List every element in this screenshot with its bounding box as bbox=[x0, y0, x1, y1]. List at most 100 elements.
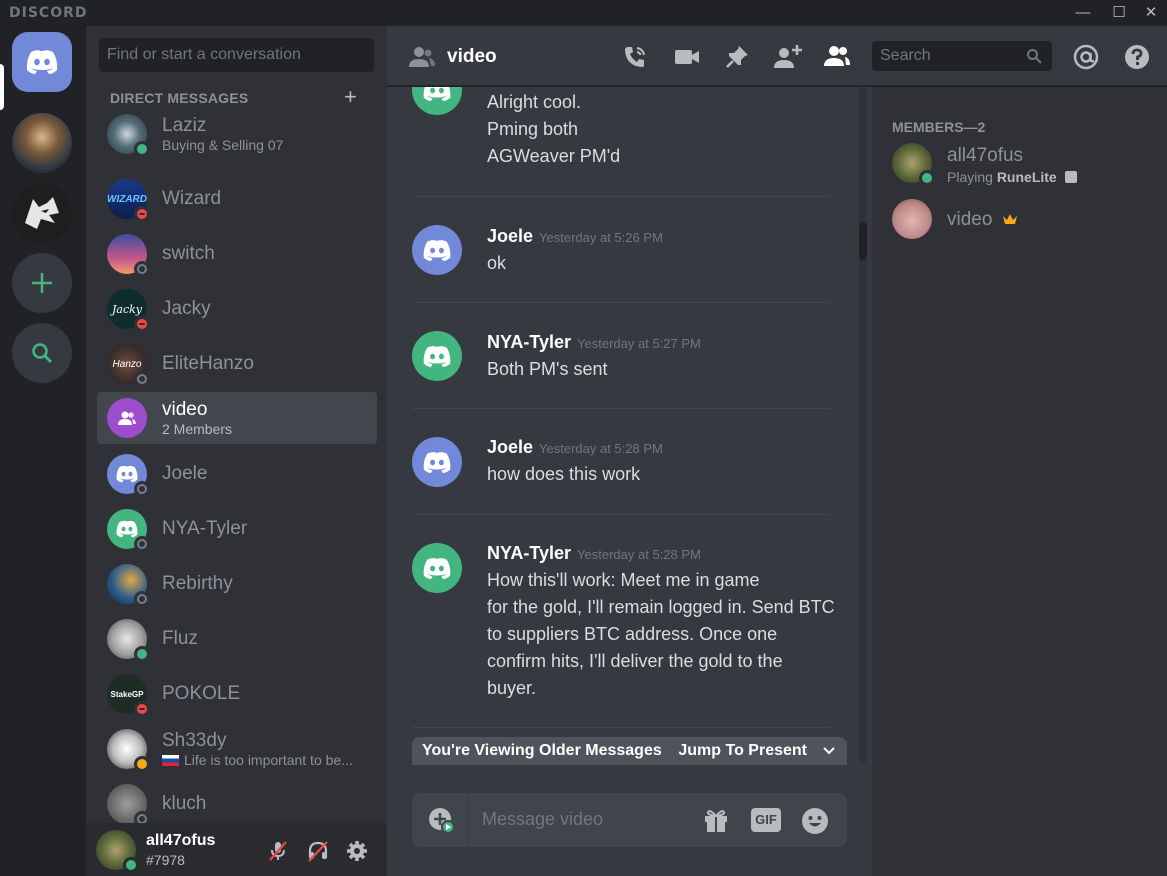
server-icon-2[interactable] bbox=[12, 183, 72, 243]
member-item[interactable]: video bbox=[882, 197, 1162, 243]
dm-name: POKOLE bbox=[162, 683, 241, 704]
create-dm-button[interactable]: + bbox=[344, 84, 357, 110]
start-voice-call-button[interactable] bbox=[622, 44, 648, 70]
user-settings-button[interactable] bbox=[345, 839, 369, 863]
start-video-call-button[interactable] bbox=[673, 44, 699, 70]
message-line: to suppliers BTC address. Once one bbox=[487, 624, 778, 644]
dm-item-sh33dy[interactable]: Sh33dy Life is too important to be... bbox=[97, 723, 377, 775]
username: all47ofus bbox=[146, 832, 216, 849]
dm-search-input[interactable]: Find or start a conversation bbox=[99, 38, 374, 72]
dm-item-wizard[interactable]: WIZARD Wizard bbox=[97, 173, 377, 225]
pinned-messages-button[interactable] bbox=[724, 44, 750, 70]
add-friends-to-dm-button[interactable] bbox=[773, 44, 802, 70]
status-indicator bbox=[134, 701, 150, 717]
search-input[interactable]: Search bbox=[872, 41, 1052, 71]
author-name[interactable]: Joele bbox=[487, 437, 533, 457]
older-messages-bar[interactable]: You're Viewing Older Messages Jump To Pr… bbox=[412, 737, 847, 765]
avatar: Hanzo bbox=[107, 344, 150, 387]
server-icon-1[interactable] bbox=[12, 113, 72, 173]
message-avatar[interactable] bbox=[412, 225, 462, 275]
member-avatar bbox=[892, 199, 932, 239]
jump-to-present-button[interactable]: Jump To Present bbox=[678, 742, 807, 760]
channel-header: video Search bbox=[387, 26, 1167, 86]
status-indicator bbox=[134, 206, 150, 222]
group-icon bbox=[409, 46, 435, 73]
crown-icon bbox=[1002, 214, 1017, 224]
dm-item-rebirthy[interactable]: Rebirthy bbox=[97, 558, 377, 610]
author-name[interactable]: NYA-Tyler bbox=[487, 332, 571, 352]
title-bar: DISCORD — ☐ ✕ bbox=[0, 0, 1167, 26]
avatar bbox=[107, 784, 150, 827]
dm-item-fluz[interactable]: Fluz bbox=[97, 613, 377, 665]
status-indicator bbox=[134, 756, 150, 772]
dm-item-joele[interactable]: Joele bbox=[97, 448, 377, 500]
dm-item-elitehanzo[interactable]: Hanzo EliteHanzo bbox=[97, 338, 377, 390]
smile-emoji-icon bbox=[802, 808, 828, 834]
message-divider bbox=[412, 727, 830, 728]
search-placeholder: Search bbox=[880, 47, 931, 64]
upload-button[interactable] bbox=[412, 793, 468, 847]
message-avatar[interactable] bbox=[412, 331, 462, 381]
members-icon bbox=[824, 46, 850, 66]
explore-servers-button[interactable] bbox=[12, 323, 72, 383]
discord-logo-icon bbox=[116, 465, 138, 483]
search-icon bbox=[32, 343, 53, 364]
message-author[interactable]: NYA-Tyler Yesterday at 5:27 PM bbox=[487, 332, 701, 353]
discord-logo-icon bbox=[423, 451, 451, 473]
gift-button[interactable] bbox=[702, 807, 730, 833]
avatar bbox=[107, 234, 150, 277]
gif-button[interactable]: GIF bbox=[751, 807, 781, 833]
message-timestamp: Yesterday at 5:28 PM bbox=[539, 441, 663, 456]
member-list-toggle[interactable] bbox=[823, 44, 850, 70]
older-messages-text: You're Viewing Older Messages bbox=[422, 742, 662, 759]
message-line: buyer. bbox=[487, 678, 537, 698]
dm-item-video[interactable]: video 2 Members bbox=[97, 392, 377, 444]
message-avatar[interactable] bbox=[412, 543, 462, 593]
activity-prefix: Playing bbox=[947, 169, 993, 185]
avatar bbox=[107, 114, 150, 157]
home-button[interactable] bbox=[12, 32, 72, 92]
message-input[interactable]: Message video bbox=[482, 809, 603, 830]
member-item[interactable]: all47ofus Playing RuneLite bbox=[882, 141, 1162, 187]
app-brand: DISCORD bbox=[9, 5, 88, 21]
mentions-button[interactable] bbox=[1073, 44, 1099, 70]
user-avatar[interactable] bbox=[96, 830, 139, 873]
gear-icon bbox=[347, 841, 367, 861]
message-author[interactable]: Joele Yesterday at 5:26 PM bbox=[487, 226, 663, 247]
dm-item-pokole[interactable]: StakeGP POKOLE bbox=[97, 668, 377, 720]
message-divider bbox=[412, 302, 830, 303]
message-avatar[interactable] bbox=[412, 437, 462, 487]
close-window-button[interactable]: ✕ bbox=[1138, 2, 1164, 24]
mute-button[interactable] bbox=[266, 839, 290, 863]
dm-item-nya-tyler[interactable]: NYA-Tyler bbox=[97, 503, 377, 555]
dm-name: Sh33dy bbox=[162, 730, 227, 751]
message-author[interactable]: Joele Yesterday at 5:28 PM bbox=[487, 437, 663, 458]
scrollbar-track[interactable] bbox=[859, 87, 867, 763]
help-icon bbox=[1125, 45, 1149, 69]
message-line: confirm hits, I'll deliver the gold to t… bbox=[487, 651, 783, 671]
minimize-button[interactable]: — bbox=[1070, 2, 1096, 24]
author-name[interactable]: NYA-Tyler bbox=[487, 543, 571, 563]
chevron-down-icon bbox=[823, 740, 835, 765]
discord-logo-icon bbox=[26, 50, 58, 74]
author-name[interactable]: Joele bbox=[487, 226, 533, 246]
dm-item-switch[interactable]: switch bbox=[97, 228, 377, 280]
message-avatar[interactable] bbox=[412, 87, 462, 115]
message-author[interactable]: NYA-Tyler Yesterday at 5:28 PM bbox=[487, 543, 701, 564]
status-indicator bbox=[134, 316, 150, 332]
maximize-button[interactable]: ☐ bbox=[1106, 2, 1132, 24]
emoji-button[interactable] bbox=[801, 807, 829, 834]
avatar: StakeGP bbox=[107, 674, 150, 717]
status-indicator bbox=[134, 591, 150, 607]
dm-item-laziz[interactable]: Laziz Buying & Selling 07 bbox=[97, 108, 377, 160]
dm-name: video bbox=[162, 399, 208, 420]
help-button[interactable] bbox=[1124, 44, 1150, 70]
dm-sidebar: Find or start a conversation DIRECT MESS… bbox=[86, 26, 387, 876]
message-line: How this'll work: Meet me in game bbox=[487, 570, 760, 590]
add-server-button[interactable] bbox=[12, 253, 72, 313]
deafen-button[interactable] bbox=[306, 839, 330, 863]
message-list[interactable]: Alright cool. Pming both AGWeaver PM'd J… bbox=[387, 87, 872, 876]
status-indicator bbox=[134, 371, 150, 387]
dm-item-jacky[interactable]: Jacky Jacky bbox=[97, 283, 377, 335]
scrollbar-thumb[interactable] bbox=[859, 222, 867, 260]
